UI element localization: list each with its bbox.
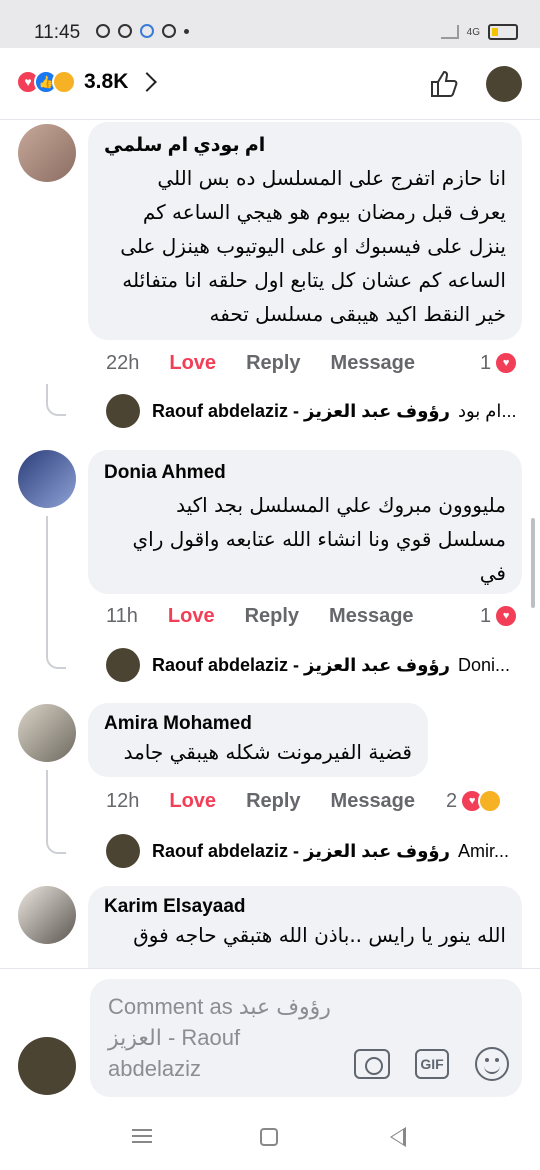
comment-reactions[interactable]: 2 ♥ bbox=[446, 789, 503, 813]
emoji-icon[interactable] bbox=[475, 1047, 509, 1081]
tiktok-icon bbox=[162, 24, 176, 38]
comment-actions: 12h Love Reply Message bbox=[106, 790, 445, 813]
back-icon[interactable] bbox=[390, 1127, 406, 1147]
reactions-header: ♥ 👍 3.8K bbox=[0, 48, 540, 120]
reply-author: Raouf abdelaziz - رؤوف عبد العزيز bbox=[152, 400, 450, 421]
comment-input[interactable]: Comment as رؤوف عبد العزيز - Raouf abdel… bbox=[90, 979, 522, 1097]
camera-icon[interactable] bbox=[354, 1049, 390, 1079]
thumbs-up-icon[interactable] bbox=[428, 68, 460, 100]
comment-composer: Comment as رؤوف عبد العزيز - Raouf abdel… bbox=[0, 968, 540, 1118]
messenger-icon bbox=[140, 24, 154, 38]
network-icon: 4G bbox=[466, 26, 480, 38]
comment-author[interactable]: Amira Mohamed bbox=[104, 713, 412, 735]
comment-bubble[interactable]: Donia Ahmed مليووون مبروك علي المسلسل بج… bbox=[88, 450, 522, 594]
love-button[interactable]: Love bbox=[169, 790, 216, 813]
comment-author[interactable]: ام بودي ام سلمي bbox=[104, 134, 506, 157]
comment-text: انا حازم اتفرج على المسلسل ده بس اللي يع… bbox=[120, 166, 506, 326]
recent-apps-icon[interactable] bbox=[132, 1129, 152, 1143]
chevron-right-icon bbox=[137, 72, 158, 92]
battery-icon bbox=[488, 24, 518, 40]
reply-avatar bbox=[106, 834, 140, 868]
avatar[interactable] bbox=[18, 124, 76, 182]
composer-avatar bbox=[18, 1037, 76, 1095]
thread-line bbox=[46, 384, 66, 416]
comment-text: مليووون مبروك علي المسلسل بجد اكيد مسلسل… bbox=[132, 493, 507, 585]
care-icon bbox=[478, 789, 503, 813]
reply-button[interactable]: Reply bbox=[246, 352, 300, 375]
comment-bubble[interactable]: ام بودي ام سلمي انا حازم اتفرج على المسل… bbox=[88, 122, 522, 340]
status-time: 11:45 bbox=[34, 22, 81, 43]
thread-line bbox=[46, 770, 66, 854]
reply-preview[interactable]: Raouf abdelaziz - رؤوف عبد العزيز Doni..… bbox=[106, 648, 510, 682]
comment-placeholder: Comment as رؤوف عبد العزيز - Raouf abdel… bbox=[108, 994, 331, 1081]
message-button[interactable]: Message bbox=[331, 790, 416, 813]
signal-icon bbox=[440, 25, 459, 39]
reaction-count: 1 bbox=[480, 351, 492, 374]
avatar[interactable] bbox=[18, 450, 76, 508]
avatar[interactable] bbox=[18, 886, 76, 944]
comment-text: قضية الفيرمونت شكله هيبقي جامد bbox=[123, 740, 412, 764]
love-button[interactable]: Love bbox=[168, 605, 215, 628]
scrollbar[interactable] bbox=[531, 518, 535, 608]
reply-author: Raouf abdelaziz - رؤوف عبد العزيز bbox=[152, 654, 450, 675]
reply-button[interactable]: Reply bbox=[246, 790, 300, 813]
comment-reactions[interactable]: 1 ♥ bbox=[480, 351, 519, 375]
reaction-count: 2 bbox=[446, 789, 458, 812]
reply-snippet: Doni... bbox=[457, 654, 510, 675]
avatar[interactable] bbox=[18, 704, 76, 762]
more-dot-icon bbox=[184, 28, 189, 34]
comment-text: الله ينور يا رايس ..باذن الله هتبقي حاجه… bbox=[133, 923, 506, 947]
reply-preview[interactable]: Raouf abdelaziz - رؤوف عبد العزيز ام بود… bbox=[106, 394, 516, 428]
reply-author: Raouf abdelaziz - رؤوف عبد العزيز bbox=[152, 840, 450, 861]
thread-line bbox=[46, 516, 66, 669]
message-button[interactable]: Message bbox=[331, 352, 416, 375]
notification-icons bbox=[96, 24, 189, 38]
love-button[interactable]: Love bbox=[169, 352, 216, 375]
reply-snippet: Amir... bbox=[457, 840, 509, 861]
comment-time: 11h bbox=[106, 605, 138, 627]
reply-avatar bbox=[106, 648, 140, 682]
reply-button[interactable]: Reply bbox=[245, 605, 299, 628]
profile-avatar[interactable] bbox=[486, 66, 522, 102]
gif-icon[interactable]: GIF bbox=[415, 1049, 449, 1079]
system-nav-bar bbox=[0, 1105, 540, 1170]
reply-snippet: ام بود... bbox=[457, 400, 517, 421]
comment-time: 12h bbox=[106, 790, 140, 812]
comment-time: 22h bbox=[106, 352, 140, 374]
message-button[interactable]: Message bbox=[329, 605, 414, 628]
reply-avatar bbox=[106, 394, 140, 428]
love-icon: ♥ bbox=[494, 351, 519, 375]
reactions-summary[interactable]: ♥ 👍 3.8K bbox=[16, 70, 158, 94]
reaction-count: 3.8K bbox=[84, 70, 129, 93]
reaction-count: 1 bbox=[480, 604, 492, 627]
facebook-icon bbox=[96, 24, 110, 38]
love-icon: ♥ bbox=[494, 604, 519, 628]
comment-actions: 22h Love Reply Message bbox=[106, 352, 445, 375]
comment-author[interactable]: Donia Ahmed bbox=[104, 462, 506, 484]
comment-author[interactable]: Karim Elsayaad bbox=[104, 896, 506, 918]
comment-reactions[interactable]: 1 ♥ bbox=[480, 604, 519, 628]
comment-actions: 11h Love Reply Message bbox=[106, 605, 444, 628]
comment-bubble[interactable]: Amira Mohamed قضية الفيرمونت شكله هيبقي … bbox=[88, 703, 428, 777]
home-icon[interactable] bbox=[260, 1128, 278, 1146]
whatsapp-icon bbox=[118, 24, 132, 38]
status-bar: 11:45 4G bbox=[0, 0, 540, 48]
status-indicators: 4G bbox=[440, 24, 518, 40]
care-icon bbox=[52, 70, 76, 94]
reply-preview[interactable]: Raouf abdelaziz - رؤوف عبد العزيز Amir..… bbox=[106, 834, 509, 868]
comments-sheet: ♥ 👍 3.8K ام بودي ام سلمي انا حازم اتفرج … bbox=[0, 48, 540, 1170]
